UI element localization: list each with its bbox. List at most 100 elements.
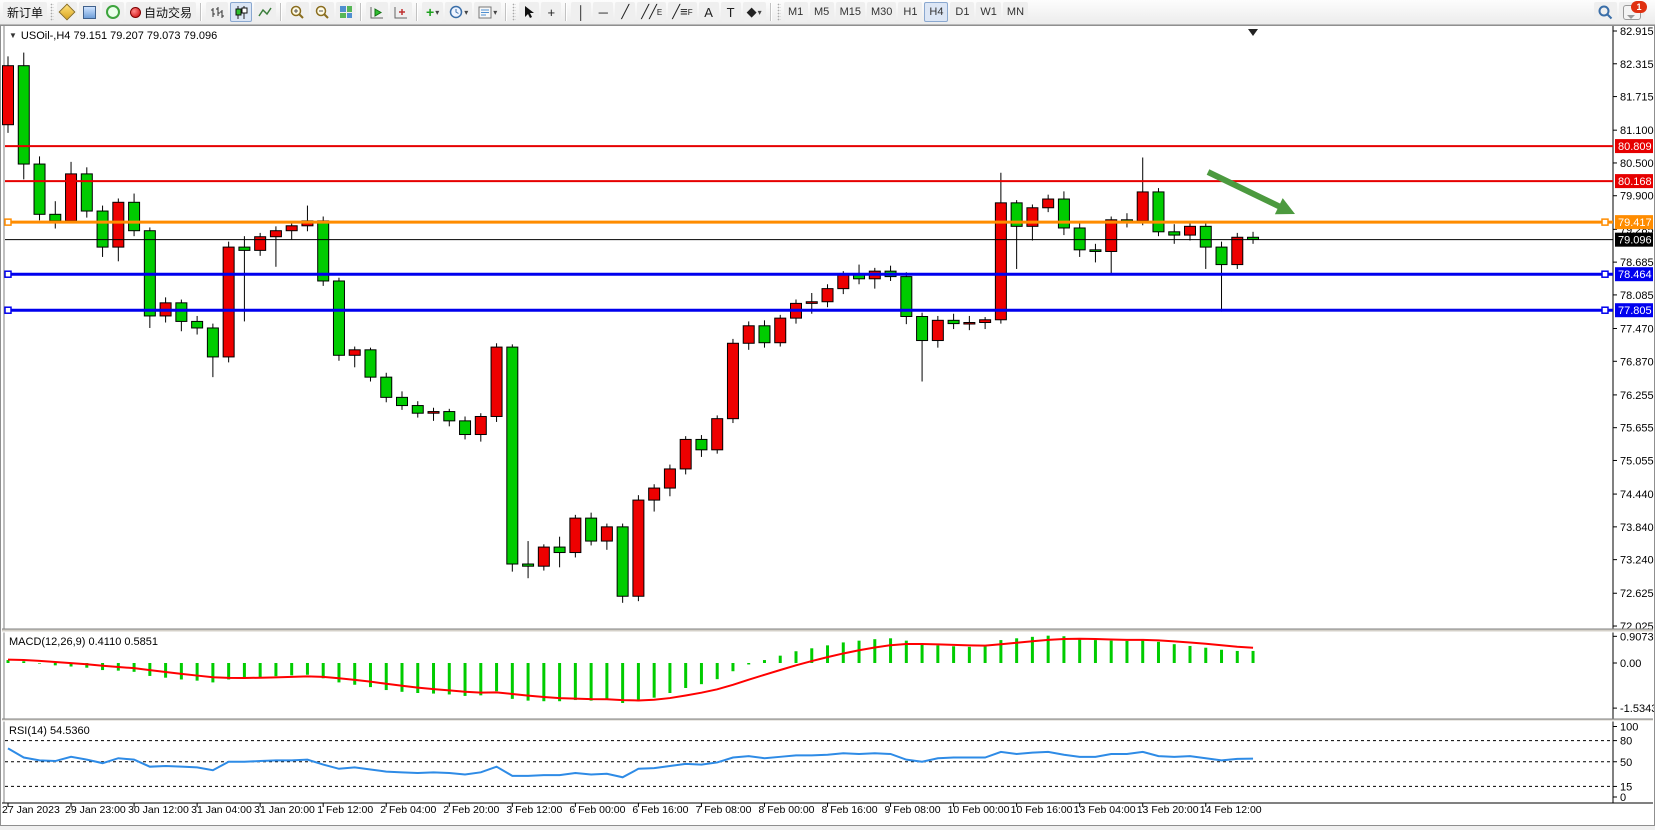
- channel-tool-button[interactable]: ╱╱ E: [637, 2, 666, 22]
- crosshair-tool-button[interactable]: +: [541, 2, 561, 22]
- time-tick-label: 8 Feb 16:00: [822, 804, 878, 816]
- timeframe-w1-button[interactable]: W1: [976, 2, 1001, 22]
- candlestick-chart-button[interactable]: [230, 2, 252, 22]
- macd-tick-label: 0.00: [1620, 658, 1641, 670]
- macd-main-value: 0.4110: [88, 636, 121, 648]
- chart-profile-button[interactable]: [390, 2, 412, 22]
- macd-indicator-label: MACD(12,26,9) 0.4110 0.5851: [9, 636, 158, 648]
- time-tick-label: 13 Feb 20:00: [1137, 804, 1199, 816]
- vertical-line-tool-button[interactable]: │: [571, 2, 591, 22]
- line-handle[interactable]: [1602, 219, 1608, 225]
- price-badge-label: 80.168: [1618, 176, 1652, 188]
- price-tick-label: 75.055: [1620, 455, 1654, 467]
- autotrading-button[interactable]: 自动交易: [126, 2, 196, 22]
- indicators-button[interactable]: + ▾: [422, 2, 443, 22]
- timeframe-m30-button[interactable]: M30: [867, 2, 896, 22]
- price-badge-label: 79.417: [1618, 217, 1652, 229]
- toolbar-grip: [777, 3, 781, 21]
- candle-body: [1169, 232, 1180, 235]
- time-tick-label: 7 Feb 08:00: [695, 804, 751, 816]
- line-chart-button[interactable]: [254, 2, 276, 22]
- candle-body: [1074, 228, 1085, 250]
- chevron-down-icon: ▾: [493, 8, 497, 17]
- time-tick-label: 2 Feb 20:00: [443, 804, 499, 816]
- search-button[interactable]: [1594, 2, 1617, 22]
- candle-body: [712, 419, 723, 450]
- price-tick-label: 72.625: [1620, 588, 1654, 600]
- toolbar-separator: [200, 3, 202, 21]
- shapes-tool-button[interactable]: ◆ ▾: [743, 2, 766, 22]
- time-tick-label: 13 Feb 04:00: [1074, 804, 1136, 816]
- timeframe-m15-button[interactable]: M15: [836, 2, 865, 22]
- fibonacci-tool-button[interactable]: ╱≡ F: [668, 2, 696, 22]
- candle-body: [223, 247, 234, 357]
- timeframe-m1-button[interactable]: M1: [784, 2, 808, 22]
- candle-body: [1058, 199, 1069, 228]
- candle-body: [192, 321, 203, 328]
- text-tool-icon: A: [704, 5, 713, 20]
- notifications-button[interactable]: 1: [1619, 2, 1645, 22]
- candle-body: [1232, 237, 1243, 264]
- trendline-tool-button[interactable]: ╱: [615, 2, 635, 22]
- market-watch-button[interactable]: [57, 2, 77, 22]
- timeframe-h1-button[interactable]: H1: [898, 2, 922, 22]
- candle-body: [743, 326, 754, 343]
- candle-body: [554, 547, 565, 552]
- candle-body: [286, 226, 297, 231]
- candle-body: [270, 231, 281, 237]
- periods-button[interactable]: ▾: [445, 2, 472, 22]
- main-toolbar: 新订单 自动交易: [0, 0, 1655, 25]
- candle-body: [365, 350, 376, 377]
- price-tick-label: 75.655: [1620, 423, 1654, 435]
- search-icon: [1598, 5, 1613, 20]
- timeframe-h4-button[interactable]: H4: [924, 2, 948, 22]
- candle-body: [444, 412, 455, 421]
- time-tick-label: 9 Feb 08:00: [885, 804, 941, 816]
- candle-body: [775, 318, 786, 343]
- chart-window: ▼USOil-,H4 79.151 79.207 79.073 79.096 M…: [0, 25, 1655, 826]
- strategy-tester-button[interactable]: [366, 2, 388, 22]
- zoom-out-button[interactable]: [311, 2, 334, 22]
- candle-body: [538, 547, 549, 566]
- candle-body: [759, 326, 770, 343]
- bar-chart-button[interactable]: [206, 2, 228, 22]
- data-window-button[interactable]: [79, 2, 100, 22]
- horizontal-line-tool-button[interactable]: ─: [593, 2, 613, 22]
- candle-body: [507, 347, 518, 564]
- new-order-button[interactable]: 新订单: [3, 2, 47, 22]
- zoom-in-button[interactable]: [286, 2, 309, 22]
- channel-icon: ╱╱: [641, 4, 657, 20]
- line-handle[interactable]: [5, 219, 11, 225]
- symbol-dropdown-icon[interactable]: ▼: [9, 31, 17, 40]
- candle-body: [964, 323, 975, 325]
- symbol-title[interactable]: ▼USOil-,H4 79.151 79.207 79.073 79.096: [9, 30, 217, 42]
- candle-body: [475, 416, 486, 434]
- label-tool-button[interactable]: T: [721, 2, 741, 22]
- autotrading-label: 自动交易: [144, 4, 192, 21]
- clock-icon: [449, 5, 463, 19]
- candle-body: [680, 439, 691, 469]
- templates-button[interactable]: ▾: [474, 2, 501, 22]
- cursor-tool-button[interactable]: [519, 2, 539, 22]
- navigator-button[interactable]: [102, 2, 124, 22]
- line-handle[interactable]: [1602, 271, 1608, 277]
- line-chart-icon: [258, 6, 272, 19]
- candle-body: [428, 412, 439, 414]
- price-tick-label: 76.255: [1620, 390, 1654, 402]
- line-handle[interactable]: [1602, 307, 1608, 313]
- candle-body: [806, 302, 817, 304]
- tile-windows-button[interactable]: [336, 2, 356, 22]
- candle-body: [1216, 247, 1227, 264]
- candle-body: [113, 202, 124, 247]
- text-tool-button[interactable]: A: [699, 2, 719, 22]
- toolbar-separator: [360, 3, 362, 21]
- timeframe-mn-button[interactable]: MN: [1003, 2, 1028, 22]
- line-handle[interactable]: [5, 307, 11, 313]
- candle-body: [129, 202, 140, 230]
- macd-name: MACD(12,26,9): [9, 636, 85, 648]
- price-tick-label: 77.470: [1620, 324, 1654, 336]
- timeframe-m5-button[interactable]: M5: [810, 2, 834, 22]
- line-handle[interactable]: [5, 271, 11, 277]
- channel-sub-label: E: [657, 8, 662, 17]
- timeframe-d1-button[interactable]: D1: [950, 2, 974, 22]
